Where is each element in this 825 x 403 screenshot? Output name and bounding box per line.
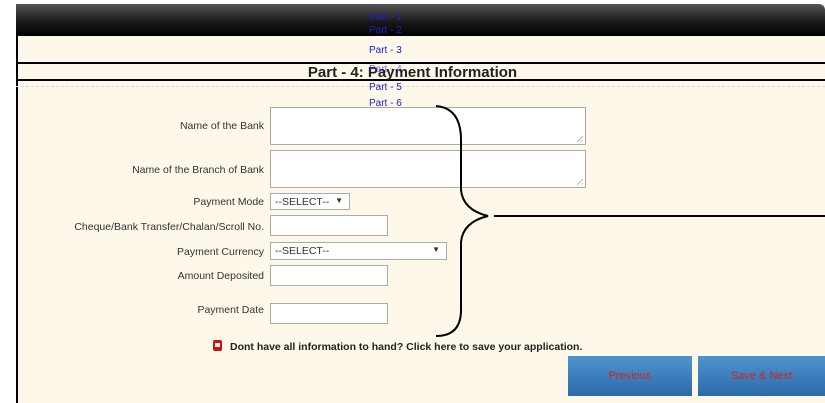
previous-button[interactable]: Previous [568, 356, 692, 396]
save-next-button[interactable]: Save & Next [698, 356, 825, 396]
annotation-brace [435, 105, 825, 337]
brace-path [435, 105, 489, 337]
